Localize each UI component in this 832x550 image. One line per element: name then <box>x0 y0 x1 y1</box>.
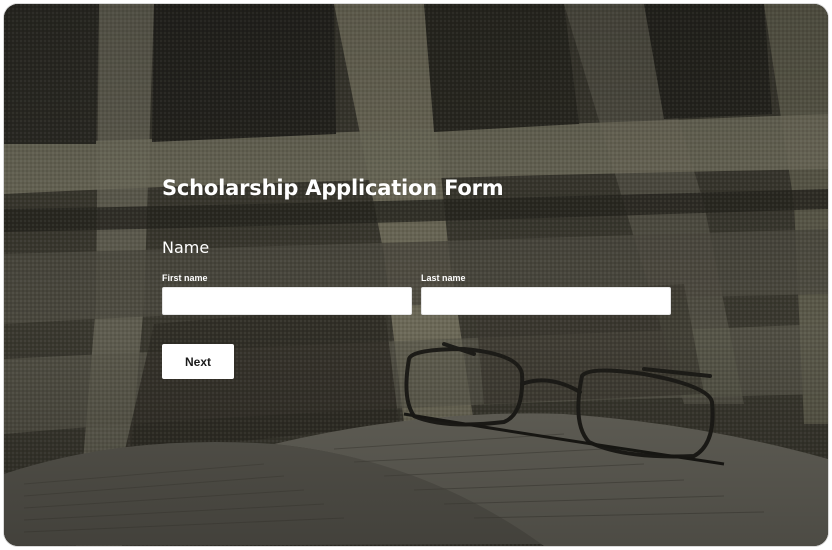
first-name-field: First name <box>162 273 412 315</box>
form-window: Scholarship Application Form Name First … <box>4 4 828 546</box>
first-name-label: First name <box>162 273 208 283</box>
background-image <box>4 4 828 546</box>
last-name-field: Last name <box>421 273 671 315</box>
form-title: Scholarship Application Form <box>162 176 504 200</box>
next-button[interactable]: Next <box>162 344 234 379</box>
last-name-input[interactable] <box>421 287 671 315</box>
first-name-input[interactable] <box>162 287 412 315</box>
last-name-label: Last name <box>421 273 466 283</box>
name-section-label: Name <box>162 238 210 257</box>
scholarship-form: Scholarship Application Form Name First … <box>162 176 682 379</box>
